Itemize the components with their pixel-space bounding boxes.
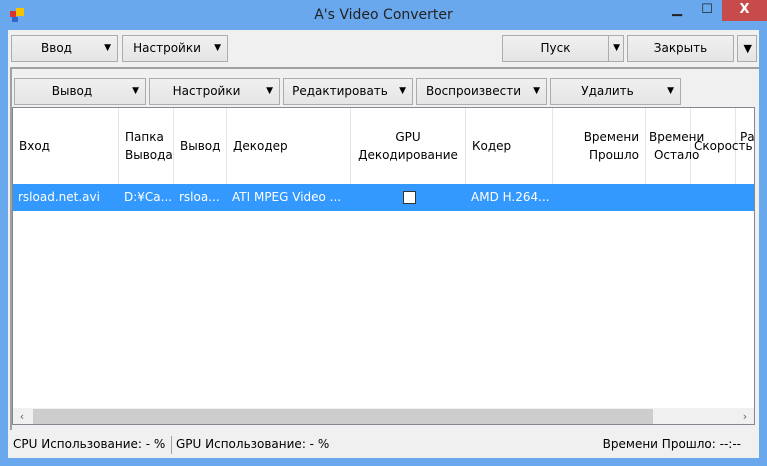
scroll-right-icon[interactable]: › (736, 408, 754, 424)
column-header-input[interactable]: Вход (13, 108, 119, 184)
edit-label: Редактировать (292, 84, 388, 98)
chevron-down-icon: ▼ (104, 43, 111, 53)
play-label: Воспроизвести (426, 84, 521, 98)
settings-label: Настройки (133, 41, 201, 55)
scrollbar-thumb[interactable] (33, 409, 653, 424)
gpu-decoding-checkbox[interactable] (403, 191, 416, 204)
cell-output-folder: D:¥Ca... (124, 190, 173, 204)
scroll-left-icon[interactable]: ‹ (13, 408, 31, 424)
chevron-down-icon: ▼ (399, 86, 406, 96)
status-divider (171, 436, 172, 454)
close-dropdown-button[interactable]: ▼ (737, 35, 757, 62)
start-dropdown-button[interactable]: ▼ (608, 35, 624, 62)
gpu-usage: GPU Использование: - % (176, 437, 330, 451)
column-header-speed[interactable]: Скорость (691, 108, 753, 184)
output-menu-button[interactable]: Вывод ▼ (14, 78, 146, 105)
cell-input: rsload.net.avi (18, 190, 100, 204)
minimize-button[interactable]: ▁ (662, 0, 692, 21)
close-button[interactable]: Закрыть (627, 35, 734, 62)
edit-menu-button[interactable]: Редактировать ▼ (283, 78, 413, 105)
horizontal-scrollbar[interactable]: ‹ › (13, 408, 754, 424)
cpu-usage: CPU Использование: - % (13, 437, 166, 451)
maximize-button[interactable]: ☐ (692, 0, 722, 21)
job-settings-menu-button[interactable]: Настройки ▼ (149, 78, 280, 105)
window-title: A's Video Converter (314, 7, 453, 23)
play-menu-button[interactable]: Воспроизвести ▼ (416, 78, 547, 105)
input-menu-button[interactable]: Ввод ▼ (11, 35, 118, 62)
column-header-output-folder[interactable]: Папка Вывода (119, 108, 174, 184)
settings-menu-button[interactable]: Настройки ▼ (122, 35, 228, 62)
chevron-down-icon: ▼ (214, 43, 221, 53)
cell-decoder: ATI MPEG Video ... (232, 190, 342, 204)
output-label: Вывод (51, 84, 93, 98)
settings-label: Настройки (172, 84, 241, 98)
cell-output: rsloa... (179, 190, 220, 204)
cell-encoder: AMD H.264... (471, 190, 550, 204)
chevron-down-icon: ▼ (132, 86, 139, 96)
chevron-down-icon: ▼ (613, 43, 620, 53)
elapsed-time: Времени Прошло: --:-- (602, 437, 741, 451)
column-header-remaining[interactable]: Времени Остало (646, 108, 704, 184)
status-bar: CPU Использование: - % GPU Использование… (8, 432, 759, 458)
chevron-down-icon: ▼ (667, 86, 674, 96)
column-header-decoder[interactable]: Декодер (227, 108, 351, 184)
column-header-encoder[interactable]: Кодер (466, 108, 553, 184)
column-header-gpu-decoding[interactable]: GPU Декодирование (351, 108, 466, 184)
close-window-button[interactable]: X (722, 0, 767, 21)
input-label: Ввод (41, 41, 72, 55)
delete-label: Удалить (581, 84, 634, 98)
column-header-elapsed[interactable]: Времени Прошло (553, 108, 646, 184)
job-grid[interactable]: Вход Папка Вывода Вывод Декодер GPU Деко… (12, 107, 755, 425)
chevron-down-icon: ▼ (266, 86, 273, 96)
delete-menu-button[interactable]: Удалить ▼ (550, 78, 681, 105)
column-header-extra[interactable]: Ра (736, 108, 754, 184)
start-button[interactable]: Пуск (502, 35, 609, 62)
column-header-output[interactable]: Вывод (174, 108, 227, 184)
chevron-down-icon: ▼ (533, 86, 540, 96)
chevron-down-icon: ▼ (743, 42, 752, 55)
